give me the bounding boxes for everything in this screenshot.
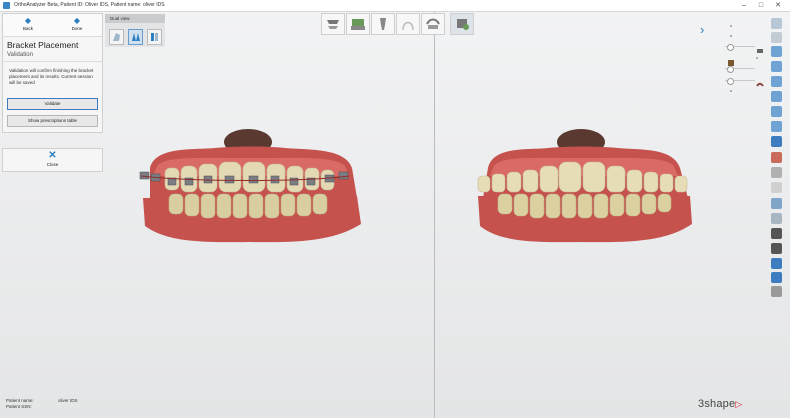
workflow-panel: ◆ Back ◆ Done Bracket Placement Validati… <box>2 13 103 133</box>
dual-view-button[interactable] <box>128 29 143 45</box>
rotate-icon[interactable] <box>771 18 782 29</box>
done-button[interactable]: ◆ Done <box>53 15 101 35</box>
close-button[interactable]: ✕ Close <box>2 148 103 172</box>
measure-icon[interactable] <box>771 152 782 163</box>
split-view-icon <box>151 33 158 41</box>
toolbar-upper-jaw[interactable] <box>321 13 345 35</box>
dual-view-title: Dual view <box>105 14 165 23</box>
view-top-icon[interactable] <box>771 91 782 102</box>
tooth-color-icon[interactable] <box>771 136 782 147</box>
arrow-left-icon: ◆ <box>24 16 32 25</box>
indicator-dot <box>730 25 732 27</box>
upper-jaw-icon <box>327 20 339 29</box>
jaw-model-original[interactable] <box>468 128 698 250</box>
window-title: OrthoAnalyzer Beta, Patient ID: Oliver I… <box>14 2 165 8</box>
view-iso-icon[interactable] <box>771 121 782 132</box>
view-right-icon[interactable] <box>771 76 782 87</box>
dual-view-divider <box>434 12 435 418</box>
brackets-icon <box>426 18 440 29</box>
view-back-icon[interactable] <box>771 46 782 57</box>
expand-panel-chevron-icon[interactable]: › <box>700 22 704 37</box>
view-bottom-icon[interactable] <box>771 106 782 117</box>
indicator-dot <box>730 35 732 37</box>
toolbar-tooth[interactable] <box>371 13 395 35</box>
close-label: Close <box>46 162 59 167</box>
done-label: Done <box>71 26 83 31</box>
lower-jaw-opacity-slider[interactable] <box>725 78 755 85</box>
redo-icon[interactable] <box>771 243 782 254</box>
upper-jaw-small-icon <box>756 42 764 53</box>
toolbar-arch[interactable] <box>396 13 420 35</box>
patient-ssn-label: Patient SSN: <box>6 404 32 409</box>
validate-button[interactable]: Validate <box>7 98 98 110</box>
dual-view-icon <box>132 33 140 41</box>
tooth-icon <box>380 18 386 30</box>
refresh-icon[interactable] <box>771 272 782 283</box>
cross-section-icon[interactable] <box>771 182 782 193</box>
bracket-tooth-icon <box>457 19 469 30</box>
app-icon <box>3 2 10 9</box>
split-view-button[interactable] <box>147 29 162 45</box>
show-prescriptions-button[interactable]: Show prescriptions table <box>7 115 98 127</box>
jaw-model-with-brackets[interactable] <box>135 128 365 250</box>
dual-view-panel: Dual view <box>105 14 165 47</box>
step-subtitle: Validation <box>3 52 102 62</box>
title-bar: OrthoAnalyzer Beta, Patient ID: Oliver I… <box>0 0 790 12</box>
patient-name-value: oliver IDS <box>58 398 78 403</box>
lower-jaw-small-icon <box>756 76 764 87</box>
patient-info: Patient name: oliver IDS Patient SSN: <box>6 398 78 410</box>
view-left-icon[interactable] <box>771 61 782 72</box>
close-window-button[interactable]: ✕ <box>772 0 784 11</box>
indicator-dot <box>730 90 732 92</box>
occlusion-icon[interactable] <box>771 167 782 178</box>
minimize-button[interactable]: – <box>738 0 750 11</box>
toolbar-models[interactable] <box>346 13 370 35</box>
logo-triangle-icon: ▷ <box>735 399 743 409</box>
arrow-right-icon: ◆ <box>73 16 81 25</box>
view-front-icon[interactable] <box>771 32 782 43</box>
indicator-dot <box>756 57 758 59</box>
toolbar-bracket-tooth[interactable] <box>450 13 474 35</box>
3shape-logo: 3shape▷ <box>698 398 742 410</box>
bracket-opacity-slider[interactable] <box>725 66 755 73</box>
step-title: Bracket Placement <box>7 40 79 50</box>
single-view-button[interactable] <box>109 29 124 45</box>
models-icon <box>351 19 365 30</box>
back-label: Back <box>22 26 33 31</box>
validation-description: Validation will confirm finishing the br… <box>9 68 94 85</box>
zoom-icon[interactable] <box>771 198 782 209</box>
logo-text: 3shape <box>698 398 736 410</box>
screenshot-icon[interactable] <box>771 213 782 224</box>
close-icon: ✕ <box>48 150 57 161</box>
upper-jaw-opacity-slider[interactable] <box>725 44 755 51</box>
arch-icon <box>402 21 414 31</box>
undo-icon[interactable] <box>771 228 782 239</box>
toolbar-brackets[interactable] <box>421 13 445 35</box>
nav-row: ◆ Back ◆ Done <box>3 14 102 37</box>
bracket-layer-icon[interactable] <box>727 54 735 66</box>
maximize-button[interactable]: □ <box>755 0 767 11</box>
single-view-icon <box>113 33 120 41</box>
back-button[interactable]: ◆ Back <box>4 15 52 35</box>
globe-icon[interactable] <box>771 286 782 297</box>
settings-icon[interactable] <box>771 258 782 269</box>
